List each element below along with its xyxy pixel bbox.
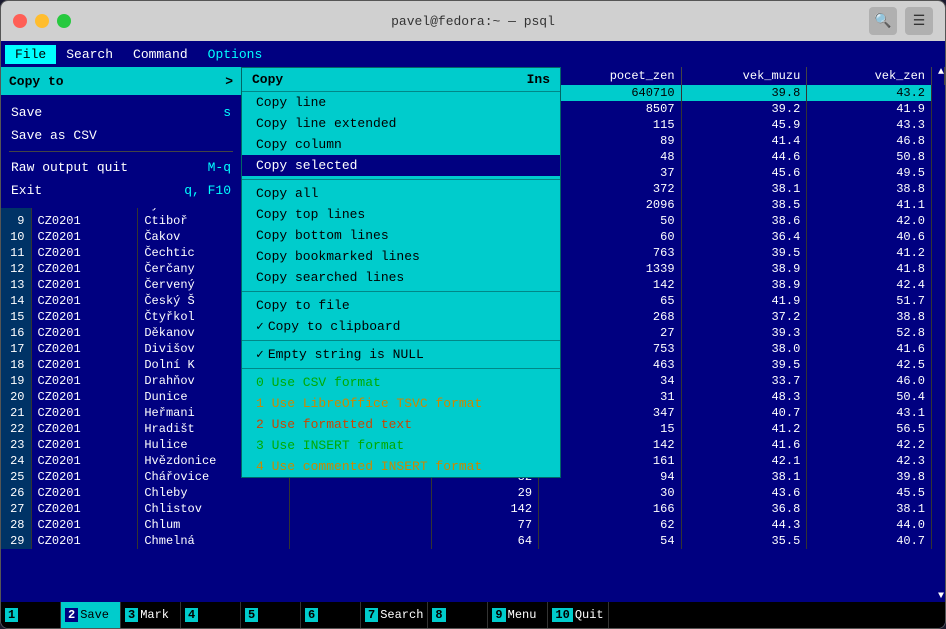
ctx-title: Copy bbox=[252, 72, 283, 87]
left-panel: Copy to > Save s Save as CSV Raw output … bbox=[1, 67, 241, 628]
status-label: Save bbox=[80, 608, 109, 622]
status-label: Search bbox=[380, 608, 423, 622]
menu-raw-output-label: Raw output quit bbox=[11, 160, 128, 175]
status-item-Quit[interactable]: 10Quit bbox=[548, 602, 608, 628]
status-item-5[interactable]: 5 bbox=[241, 602, 301, 628]
status-item-Search[interactable]: 7Search bbox=[361, 602, 428, 628]
status-item-Menu[interactable]: 9Menu bbox=[488, 602, 548, 628]
status-num: 7 bbox=[365, 608, 378, 622]
ctx-copy-top-lines[interactable]: Copy top lines bbox=[242, 204, 560, 225]
status-item-6[interactable]: 6 bbox=[301, 602, 361, 628]
main-area: muzu pocet_zen vek_muzu vek_zen 31664071… bbox=[1, 67, 945, 628]
menu-icon[interactable]: ☰ bbox=[905, 7, 933, 35]
menu-exit-shortcut: q, F10 bbox=[184, 183, 231, 198]
left-separator-1 bbox=[9, 151, 233, 152]
ctx-copy-column[interactable]: Copy column bbox=[242, 134, 560, 155]
status-num: 9 bbox=[492, 608, 505, 622]
ctx-copy-line-extended[interactable]: Copy line extended bbox=[242, 113, 560, 134]
menu-exit-label: Exit bbox=[11, 183, 42, 198]
status-item-Mark[interactable]: 3Mark bbox=[121, 602, 181, 628]
search-icon[interactable]: 🔍 bbox=[869, 7, 897, 35]
status-num: 4 bbox=[185, 608, 198, 622]
ctx-sep-1 bbox=[242, 179, 560, 180]
copy-to-arrow: > bbox=[225, 74, 233, 89]
status-num: 6 bbox=[305, 608, 318, 622]
menu-search[interactable]: Search bbox=[56, 45, 123, 64]
titlebar-icons: 🔍 ☰ bbox=[869, 7, 933, 35]
ctx-use-formatted[interactable]: 2 Use formatted text bbox=[242, 414, 560, 435]
ctx-empty-string-null[interactable]: Empty string is NULL bbox=[242, 344, 560, 365]
ctx-copy-selected[interactable]: Copy selected bbox=[242, 155, 560, 176]
status-num: 5 bbox=[245, 608, 258, 622]
context-menu: Copy Ins Copy line Copy line extended Co… bbox=[241, 67, 561, 478]
ctx-copy-all[interactable]: Copy all bbox=[242, 183, 560, 204]
menu-save-csv[interactable]: Save as CSV bbox=[9, 124, 233, 147]
ctx-use-insert[interactable]: 3 Use INSERT format bbox=[242, 435, 560, 456]
status-label: Mark bbox=[140, 608, 169, 622]
maximize-button[interactable] bbox=[57, 14, 71, 28]
status-item-4[interactable]: 4 bbox=[181, 602, 241, 628]
ctx-use-csv[interactable]: 0 Use CSV format bbox=[242, 372, 560, 393]
menu-save-csv-label: Save as CSV bbox=[11, 128, 97, 143]
minimize-button[interactable] bbox=[35, 14, 49, 28]
col-vek-zen: vek_zen bbox=[807, 67, 932, 85]
context-menu-header: Copy Ins bbox=[242, 68, 560, 92]
menu-command[interactable]: Command bbox=[123, 45, 198, 64]
col-vek-muzu: vek_muzu bbox=[681, 67, 807, 85]
ctx-sep-4 bbox=[242, 368, 560, 369]
ctx-use-commented-insert[interactable]: 4 Use commented INSERT format bbox=[242, 456, 560, 477]
menu-exit[interactable]: Exit q, F10 bbox=[9, 179, 233, 202]
status-label: Quit bbox=[575, 608, 604, 622]
statusbar: 12Save3Mark4567Search89Menu10Quit bbox=[1, 602, 945, 628]
status-item-Save[interactable]: 2Save bbox=[61, 602, 121, 628]
ctx-shortcut: Ins bbox=[527, 72, 550, 87]
copy-to-label: Copy to bbox=[9, 74, 64, 89]
status-num: 10 bbox=[552, 608, 572, 622]
menu-save-label: Save bbox=[11, 105, 42, 120]
left-menu: Save s Save as CSV Raw output quit M-q E… bbox=[1, 95, 241, 208]
menu-options[interactable]: Options bbox=[198, 45, 273, 64]
ctx-sep-3 bbox=[242, 340, 560, 341]
ctx-copy-line[interactable]: Copy line bbox=[242, 92, 560, 113]
ctx-use-tsvc[interactable]: 1 Use LibreOffice TSVC format bbox=[242, 393, 560, 414]
scroll-up-arrow[interactable]: ▲ bbox=[937, 67, 945, 78]
status-item-1[interactable]: 1 bbox=[1, 602, 61, 628]
status-label: Menu bbox=[508, 608, 537, 622]
ctx-copy-to-file[interactable]: Copy to file bbox=[242, 295, 560, 316]
status-num: 1 bbox=[5, 608, 18, 622]
ctx-copy-bookmarked[interactable]: Copy bookmarked lines bbox=[242, 246, 560, 267]
close-button[interactable] bbox=[13, 14, 27, 28]
ctx-copy-searched[interactable]: Copy searched lines bbox=[242, 267, 560, 288]
menu-raw-output[interactable]: Raw output quit M-q bbox=[9, 156, 233, 179]
titlebar: pavel@fedora:~ — psql 🔍 ☰ bbox=[1, 1, 945, 41]
menu-save-shortcut: s bbox=[223, 105, 231, 120]
copy-to-button[interactable]: Copy to > bbox=[1, 67, 241, 95]
scroll-down-arrow[interactable]: ▼ bbox=[937, 591, 945, 602]
status-num: 8 bbox=[432, 608, 445, 622]
window-title: pavel@fedora:~ — psql bbox=[391, 14, 555, 29]
ctx-copy-to-clipboard[interactable]: Copy to clipboard bbox=[242, 316, 560, 337]
menu-save[interactable]: Save s bbox=[9, 101, 233, 124]
menu-file[interactable]: File bbox=[5, 45, 56, 64]
status-num: 3 bbox=[125, 608, 138, 622]
status-num: 2 bbox=[65, 608, 78, 622]
ctx-sep-2 bbox=[242, 291, 560, 292]
menubar: File Search Command Options bbox=[1, 41, 945, 67]
status-item-8[interactable]: 8 bbox=[428, 602, 488, 628]
ctx-copy-bottom-lines[interactable]: Copy bottom lines bbox=[242, 225, 560, 246]
main-window: pavel@fedora:~ — psql 🔍 ☰ File Search Co… bbox=[0, 0, 946, 629]
titlebar-buttons bbox=[13, 14, 71, 28]
menu-raw-output-shortcut: M-q bbox=[208, 160, 231, 175]
